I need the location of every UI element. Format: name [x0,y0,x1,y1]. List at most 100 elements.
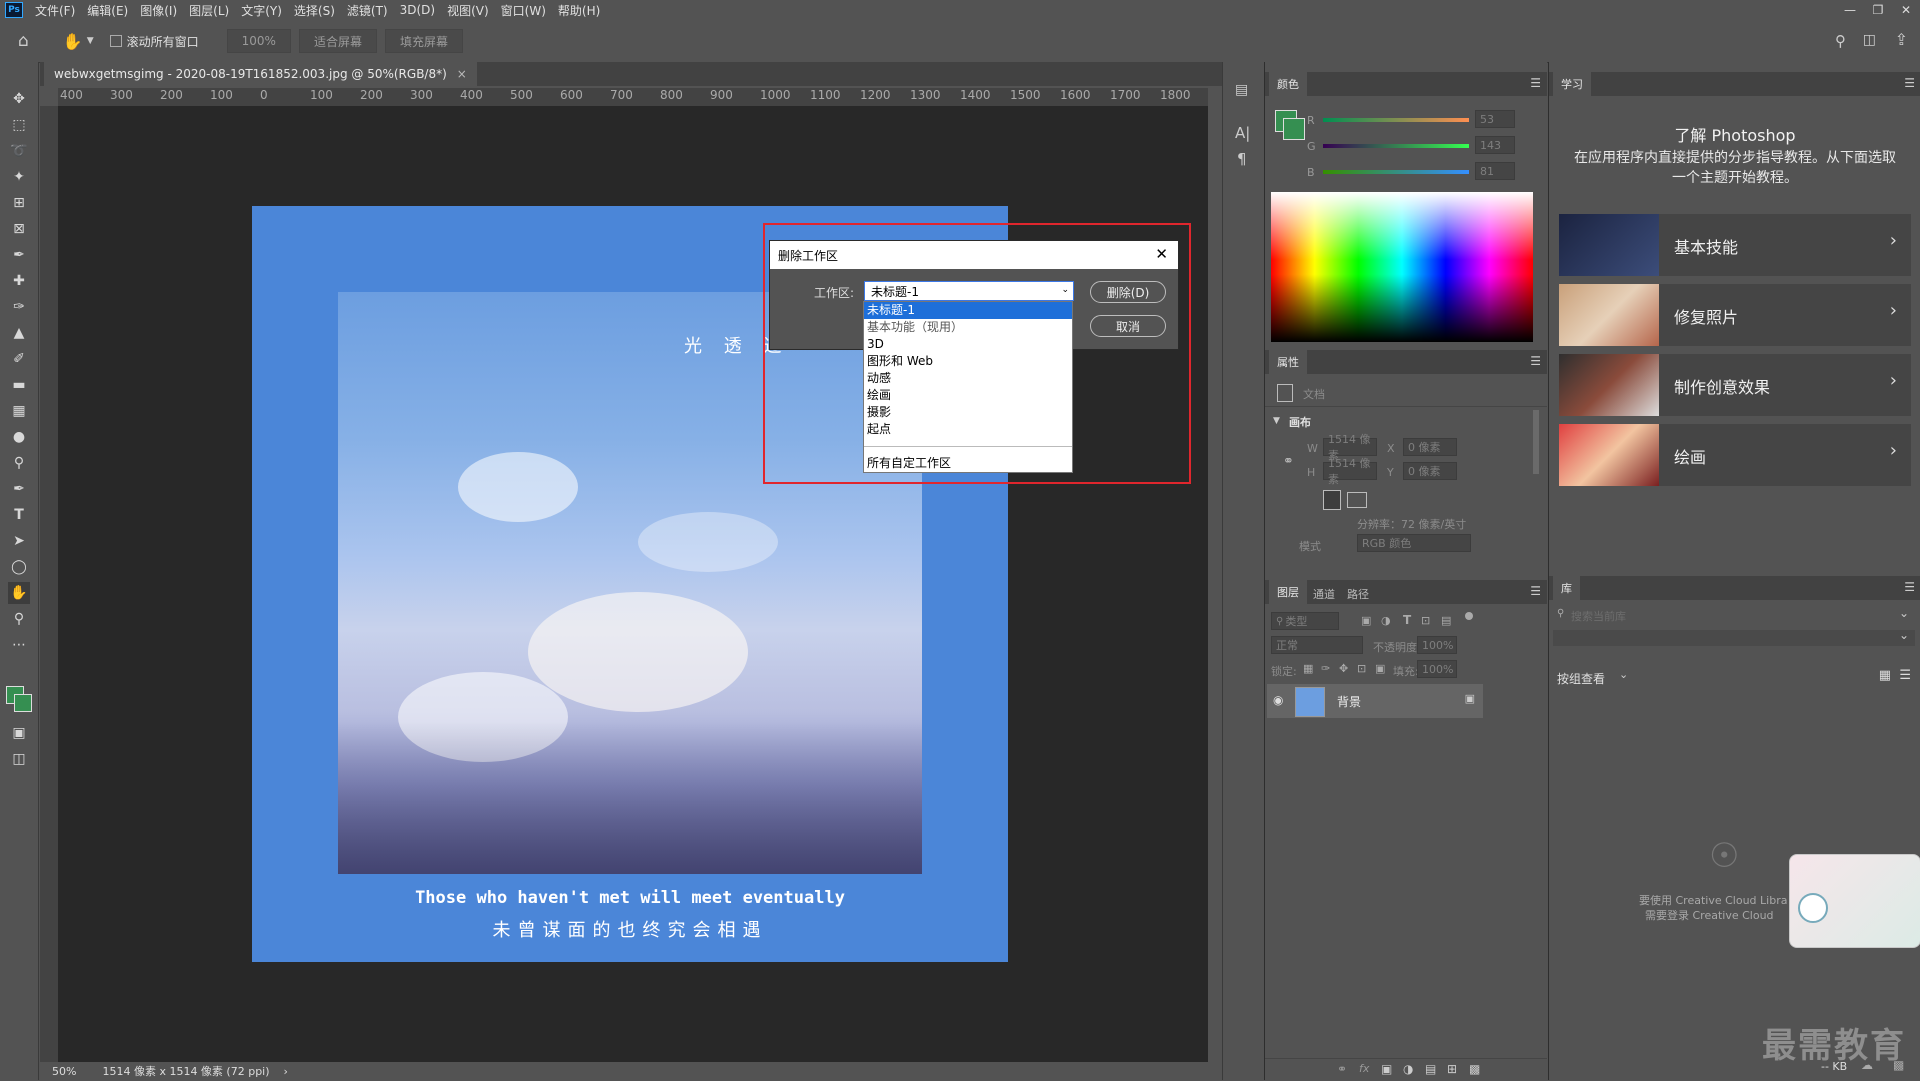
learn-card-painting[interactable]: 绘画 › [1559,424,1911,486]
eyedropper-tool-icon[interactable]: ✒ [8,244,30,266]
lock-position-icon[interactable]: ✥ [1339,662,1348,675]
mode-select[interactable]: RGB 颜色 [1357,534,1471,552]
library-panel-title[interactable]: 库 [1553,576,1580,600]
pen-tool-icon[interactable]: ✒ [8,478,30,500]
y-field[interactable]: 0 像素 [1403,462,1457,480]
fill-screen-button[interactable]: 填充屏幕 [384,29,463,53]
cancel-button[interactable]: 取消 [1090,315,1166,337]
channel-g-slider[interactable] [1323,144,1469,148]
dropdown-item[interactable]: 所有自定工作区 [864,455,1072,472]
path-selection-tool-icon[interactable]: ➤ [8,530,30,552]
eraser-tool-icon[interactable]: ▬ [8,374,30,396]
learn-card-creative[interactable]: 制作创意效果 › [1559,354,1911,416]
lock-artboard-icon[interactable]: ⊡ [1357,662,1366,675]
visibility-eye-icon[interactable]: ◉ [1273,693,1283,707]
list-view-icon[interactable]: ☰ [1899,668,1911,683]
color-spectrum[interactable] [1271,192,1533,342]
filter-adjust-icon[interactable]: ◑ [1381,614,1391,627]
panel-menu-icon[interactable]: ☰ [1530,584,1541,598]
tab-layers[interactable]: 图层 [1269,580,1307,604]
menu-filter[interactable]: 滤镜(T) [341,2,394,19]
paragraph-panel-icon[interactable]: ¶ [1237,150,1247,168]
dropdown-item[interactable]: 起点 [864,421,1072,438]
learn-card-retouch[interactable]: 修复照片 › [1559,284,1911,346]
zoom-level[interactable]: 50% [52,1065,76,1078]
blend-mode-select[interactable]: 正常 [1271,636,1363,654]
tab-paths[interactable]: 路径 [1347,586,1369,602]
scroll-all-checkbox[interactable] [109,35,122,47]
close-window-icon[interactable]: ✕ [1892,0,1920,20]
ellipse-tool-icon[interactable]: ◯ [8,556,30,578]
panel-menu-icon[interactable]: ☰ [1530,354,1541,368]
channel-b-slider[interactable] [1323,170,1469,174]
lock-all-icon[interactable]: ▣ [1375,662,1385,675]
adjustment-layer-icon[interactable]: ◑ [1403,1062,1413,1076]
layer-row[interactable]: ◉ 背景 ▣ [1267,684,1483,718]
tab-channels[interactable]: 通道 [1313,586,1335,602]
fill-field[interactable]: 100% [1417,660,1457,678]
crop-tool-icon[interactable]: ⊞ [8,192,30,214]
filter-smart-icon[interactable]: ▤ [1441,614,1451,627]
bg-color-chip[interactable] [1283,118,1305,140]
share-icon[interactable]: ⇪ [1895,30,1908,49]
stamp-tool-icon[interactable]: ▲ [8,322,30,344]
status-arrow-icon[interactable]: › [284,1065,288,1078]
color-panel-title[interactable]: 颜色 [1269,72,1307,96]
landscape-orientation-icon[interactable] [1347,492,1367,508]
filter-toggle-icon[interactable] [1465,612,1473,620]
marquee-tool-icon[interactable]: ⬚ [8,114,30,136]
menu-layer[interactable]: 图层(L) [183,2,235,19]
channel-r-slider[interactable] [1323,118,1469,122]
menu-view[interactable]: 视图(V) [441,2,495,19]
close-icon[interactable]: ✕ [1155,245,1168,263]
dropdown-item[interactable]: 动感 [864,370,1072,387]
filter-type-icon[interactable]: T [1403,613,1411,627]
chevron-down-icon[interactable]: ▼ [87,36,94,46]
close-tab-icon[interactable]: × [457,67,467,81]
zoom-tool-icon[interactable]: ⚲ [8,608,30,630]
zoom-100-button[interactable]: 100% [226,29,291,53]
magic-wand-tool-icon[interactable]: ✦ [8,166,30,188]
layer-filter[interactable]: ⚲ 类型 [1271,612,1339,630]
dropdown-item[interactable]: 基本功能（现用） [864,319,1072,336]
gradient-tool-icon[interactable]: ▦ [8,400,30,422]
document-tab[interactable]: webwxgetmsgimg - 2020-08-19T161852.003.j… [44,62,477,86]
chevron-down-icon[interactable]: ⌄ [1619,668,1628,681]
library-search[interactable]: ⚲ 搜索当前库 ⌄ [1553,606,1915,624]
filter-pixel-icon[interactable]: ▣ [1361,614,1371,627]
hand-tool-preset-icon[interactable]: ✋ [63,32,83,51]
library-select[interactable]: ⌄ [1553,628,1915,646]
width-field[interactable]: 1514 像素 [1323,433,1377,462]
add-mask-icon[interactable]: ▣ [1381,1062,1392,1076]
menu-image[interactable]: 图像(I) [134,2,183,19]
screen-mode-icon[interactable]: ◫ [8,748,30,770]
restore-icon[interactable]: ❐ [1864,0,1892,20]
workspace-select[interactable]: 未标题-1 ⌄ [864,281,1074,301]
opacity-field[interactable]: 100% [1417,636,1457,654]
blur-tool-icon[interactable]: ● [8,426,30,448]
delete-layer-icon[interactable]: ▩ [1469,1062,1480,1076]
move-tool-icon[interactable]: ✥ [8,88,30,110]
healing-brush-tool-icon[interactable]: ✚ [8,270,30,292]
channel-b-value[interactable]: 81 [1475,162,1515,180]
hand-tool-icon[interactable]: ✋ [8,582,30,604]
portrait-orientation-icon[interactable] [1323,490,1341,510]
dropdown-item[interactable]: 未标题-1 [864,302,1072,319]
frame-tool-icon[interactable]: ⊠ [8,218,30,240]
chevron-down-icon[interactable]: ▼ [1273,416,1280,426]
channel-r-value[interactable]: 53 [1475,110,1515,128]
chevron-down-icon[interactable]: ⌄ [1899,606,1909,620]
fit-screen-button[interactable]: 适合屏幕 [298,29,377,53]
more-tools-icon[interactable]: ⋯ [8,634,30,656]
new-group-icon[interactable]: ▤ [1425,1062,1436,1076]
properties-panel-title[interactable]: 属性 [1269,350,1307,374]
home-icon[interactable]: ⌂ [18,31,29,51]
x-field[interactable]: 0 像素 [1403,438,1457,456]
new-layer-icon[interactable]: ⊞ [1447,1062,1457,1076]
group-view-label[interactable]: 按组查看 [1557,670,1605,687]
background-color-swatch[interactable] [14,694,32,712]
grid-view-icon[interactable]: ▦ [1879,668,1891,683]
quick-mask-icon[interactable]: ▣ [8,722,30,744]
dodge-tool-icon[interactable]: ⚲ [8,452,30,474]
history-brush-tool-icon[interactable]: ✐ [8,348,30,370]
